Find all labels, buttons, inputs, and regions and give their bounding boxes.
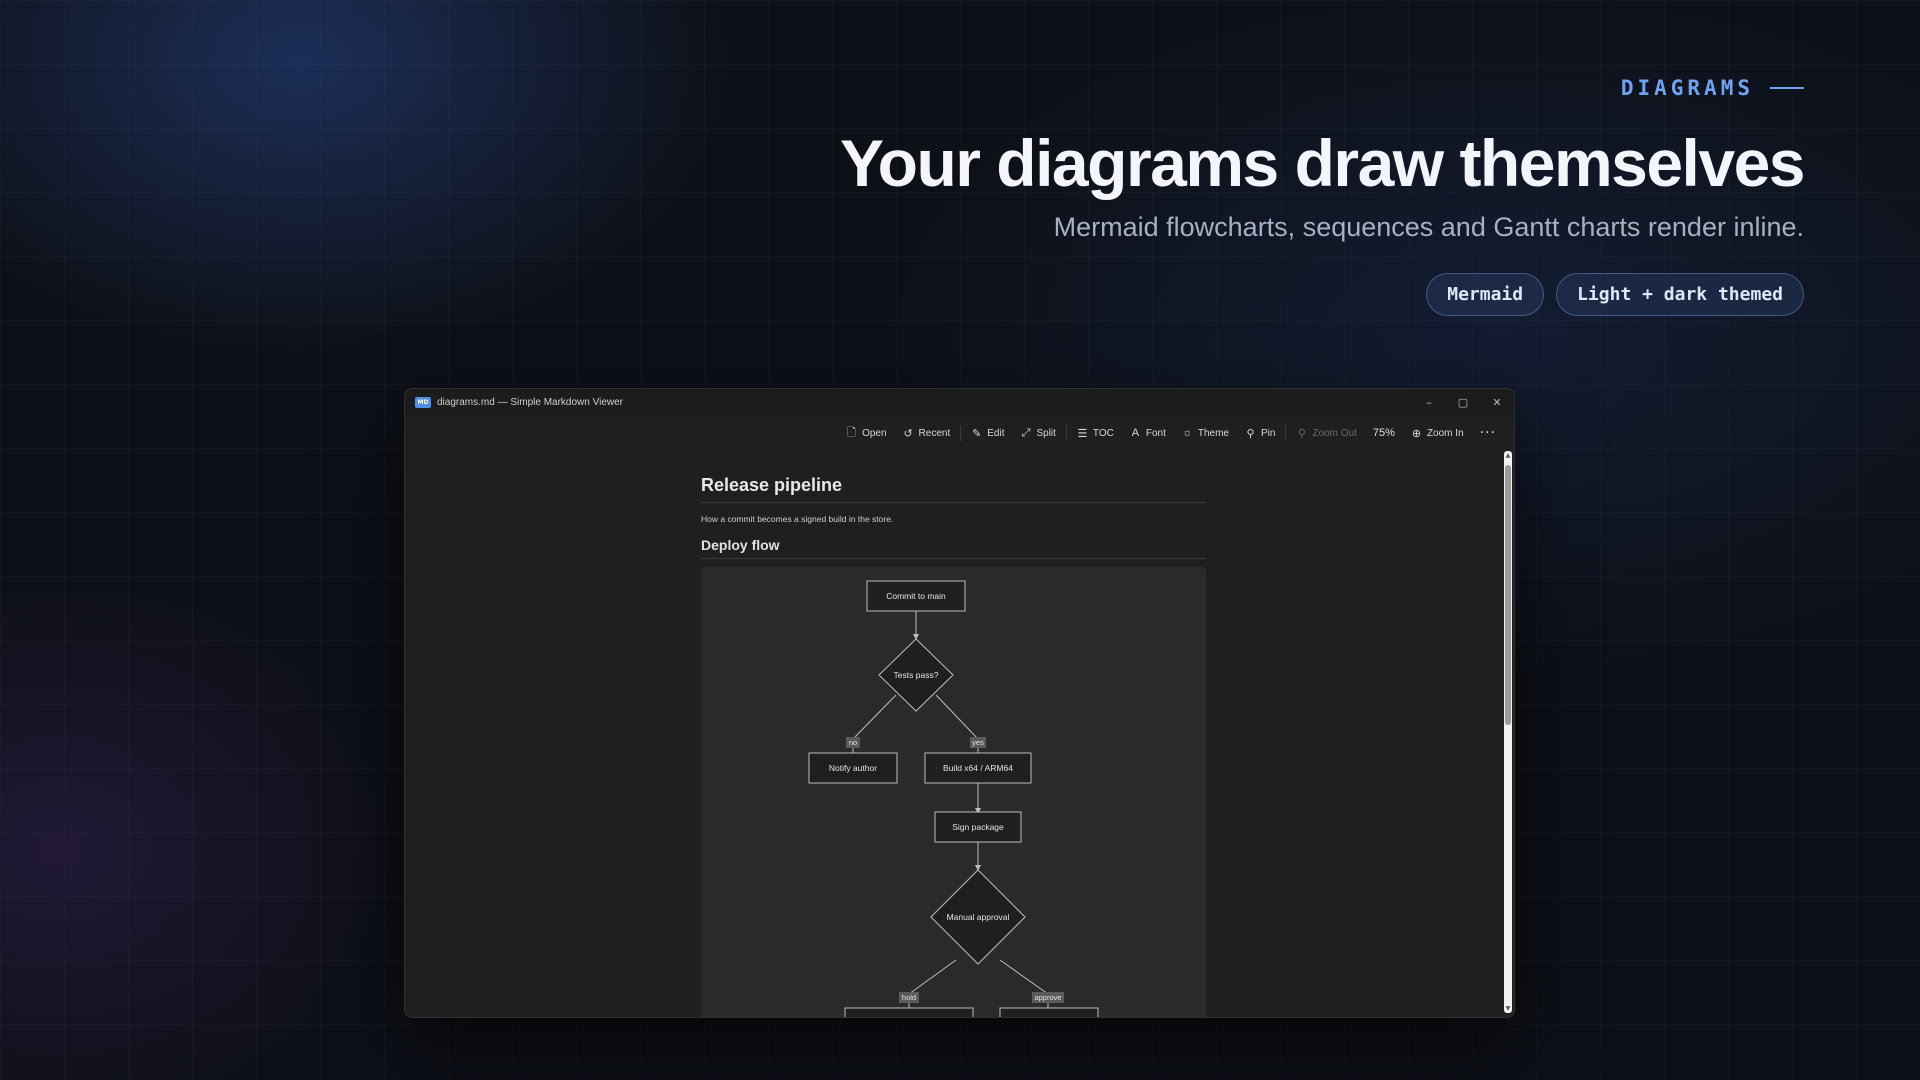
mermaid-diagram: Commit to main Tests pass? no yes Notify… — [701, 567, 1206, 1017]
zoom-in-button[interactable]: ⊕ Zoom In — [1403, 421, 1472, 445]
edge-label-hold: hold — [902, 993, 916, 1002]
title-bar: MD diagrams.md — Simple Markdown Viewer … — [405, 389, 1514, 415]
split-icon: ⤢ — [1021, 426, 1031, 439]
pin-button[interactable]: ⚲ Pin — [1237, 421, 1283, 445]
zoom-in-label: Zoom In — [1426, 427, 1464, 439]
markdown-document: Release pipeline How a commit becomes a … — [701, 451, 1206, 1017]
toolbar-divider — [1285, 425, 1287, 441]
theme-label: Theme — [1197, 427, 1229, 439]
edit-button[interactable]: ✎ Edit — [963, 421, 1012, 445]
eyebrow: DIAGRAMS — [840, 70, 1804, 106]
feature-chips: Mermaid Light + dark themed — [840, 273, 1804, 316]
node-approve-target — [999, 1007, 1099, 1017]
edit-label: Edit — [987, 427, 1005, 439]
edge-tests-yes — [935, 694, 979, 740]
edge-label-yes: yes — [972, 738, 984, 747]
app-icon: MD — [415, 396, 431, 408]
toolbar-divider — [1065, 425, 1067, 441]
vertical-scrollbar[interactable]: ▲ ▼ — [1504, 451, 1512, 1013]
zoom-out-icon: ⚲ — [1297, 427, 1306, 440]
window-controls: – ▢ ✕ — [1412, 389, 1514, 415]
split-button[interactable]: ⤢ Split — [1012, 421, 1063, 445]
pencil-icon: ✎ — [972, 427, 982, 440]
toolbar-divider — [960, 425, 962, 441]
edge-label-no: no — [849, 738, 857, 747]
node-approval: Manual approval — [930, 869, 1026, 965]
font-icon: A — [1131, 427, 1140, 439]
node-notify: Notify author — [808, 752, 898, 784]
eyebrow-label: DIAGRAMS — [1620, 76, 1754, 100]
close-button[interactable]: ✕ — [1480, 389, 1514, 415]
minimize-button[interactable]: – — [1412, 389, 1446, 415]
node-approval-label: Manual approval — [947, 912, 1010, 922]
node-commit-label: Commit to main — [886, 591, 946, 601]
node-tests-label: Tests pass? — [894, 670, 939, 680]
open-button[interactable]: 🗋 Open — [838, 421, 894, 445]
theme-button[interactable]: ☼ Theme — [1174, 421, 1237, 445]
headline: Your diagrams draw themselves — [840, 126, 1806, 200]
edge-approval-hold — [908, 959, 957, 995]
pin-icon: ⚲ — [1246, 427, 1255, 440]
toolbar: 🗋 Open ↺ Recent ✎ Edit ⤢ Split ☰ TOC A F… — [405, 415, 1514, 451]
app-window: MD diagrams.md — Simple Markdown Viewer … — [404, 388, 1515, 1018]
node-hold-target — [844, 1007, 974, 1017]
section-heading: Deploy flow — [701, 537, 1206, 559]
node-sign-label: Sign package — [952, 822, 1004, 832]
chip-mermaid: Mermaid — [1426, 273, 1545, 316]
flowchart-svg: Commit to main Tests pass? no yes Notify… — [808, 580, 1099, 1017]
list-icon: ☰ — [1077, 427, 1088, 440]
node-build: Build x64 / ARM64 — [924, 752, 1032, 784]
edge-tests-no — [852, 694, 897, 740]
recent-label: Recent — [918, 427, 951, 439]
node-notify-label: Notify author — [829, 763, 877, 773]
recent-button[interactable]: ↺ Recent — [895, 421, 959, 445]
document-title: Release pipeline — [701, 475, 1206, 503]
maximize-button[interactable]: ▢ — [1446, 389, 1480, 415]
toc-button[interactable]: ☰ TOC — [1069, 421, 1122, 445]
scroll-up-icon[interactable]: ▲ — [1504, 452, 1512, 459]
document-intro: How a commit becomes a signed build in t… — [701, 514, 894, 524]
open-label: Open — [862, 427, 887, 439]
chip-themes: Light + dark themed — [1556, 273, 1804, 316]
zoom-out-button[interactable]: ⚲ Zoom Out — [1288, 421, 1364, 445]
node-sign: Sign package — [934, 811, 1022, 843]
node-tests: Tests pass? — [878, 638, 954, 712]
eyebrow-dash — [1770, 87, 1804, 89]
edge-label-approve: approve — [1034, 993, 1061, 1002]
font-button[interactable]: A Font — [1122, 421, 1174, 445]
node-build-label: Build x64 / ARM64 — [943, 763, 1013, 773]
toc-label: TOC — [1092, 427, 1114, 439]
file-icon: 🗋 — [847, 426, 856, 439]
hero: DIAGRAMS Your diagrams draw themselves M… — [840, 70, 1806, 316]
split-label: Split — [1036, 427, 1056, 439]
subline: Mermaid flowcharts, sequences and Gantt … — [1053, 212, 1804, 242]
scroll-thumb[interactable] — [1505, 465, 1511, 725]
zoom-in-icon: ⊕ — [1411, 427, 1422, 440]
node-commit: Commit to main — [866, 580, 966, 612]
history-icon: ↺ — [903, 427, 913, 440]
document-viewport[interactable]: Release pipeline How a commit becomes a … — [405, 451, 1504, 1017]
window-title: diagrams.md — Simple Markdown Viewer — [437, 396, 623, 408]
more-options-button[interactable]: ··· — [1472, 425, 1504, 441]
scroll-down-icon[interactable]: ▼ — [1504, 1005, 1512, 1012]
zoom-out-label: Zoom Out — [1312, 427, 1357, 439]
edge-approval-approve — [999, 959, 1049, 995]
sun-icon: ☼ — [1182, 427, 1193, 439]
zoom-level: 75% — [1372, 427, 1395, 439]
pin-label: Pin — [1261, 427, 1276, 439]
font-label: Font — [1145, 427, 1166, 439]
